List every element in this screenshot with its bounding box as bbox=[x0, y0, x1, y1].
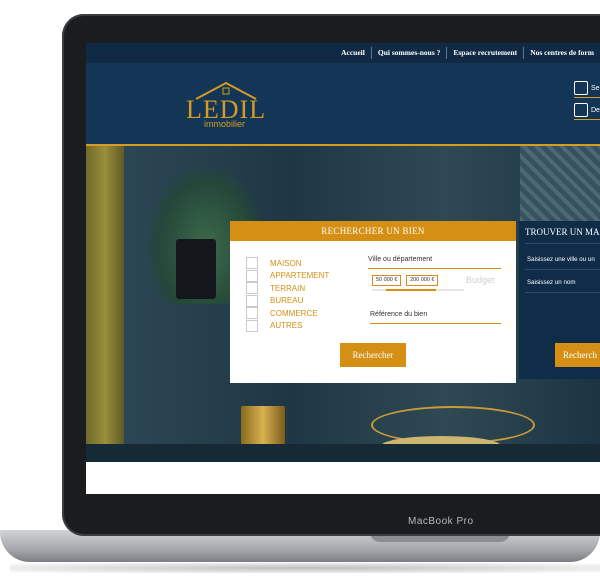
checkbox[interactable] bbox=[246, 307, 258, 320]
checkbox[interactable] bbox=[246, 282, 258, 295]
input-underline bbox=[525, 269, 600, 270]
find-panel-title: TROUVER UN MA bbox=[525, 227, 600, 237]
type-option-commerce[interactable]: COMMERCE bbox=[246, 307, 329, 320]
checkbox[interactable] bbox=[246, 257, 258, 270]
checkbox[interactable] bbox=[246, 269, 258, 282]
ledil-logo[interactable]: LEDIL immobilier bbox=[186, 81, 276, 131]
budget-max[interactable]: 200 000 € bbox=[406, 275, 439, 286]
laptop-shadow bbox=[10, 563, 600, 573]
type-label: BUREAU bbox=[270, 296, 304, 306]
city-input[interactable]: Saisissez une ville ou un bbox=[527, 256, 595, 263]
budget-label: Budget bbox=[466, 275, 495, 285]
type-option-terrain[interactable]: TERRAIN bbox=[246, 282, 329, 295]
nav-qui-sommes-nous[interactable]: Qui sommes-nous ? bbox=[370, 47, 447, 59]
type-label: TERRAIN bbox=[270, 283, 306, 293]
input-underline bbox=[368, 268, 501, 269]
type-label: COMMERCE bbox=[270, 308, 318, 318]
house-icon bbox=[574, 103, 588, 117]
budget-slider[interactable] bbox=[372, 289, 464, 291]
curtain-image bbox=[86, 144, 124, 462]
search-panel-title: RECHERCHER UN BIEN bbox=[230, 221, 516, 241]
top-navigation: Accueil Qui sommes-nous ? Espace recrute… bbox=[86, 43, 600, 63]
floor-image bbox=[86, 444, 600, 462]
find-agency-panel: TROUVER UN MA Saisissez une ville ou un … bbox=[519, 221, 600, 379]
device-label: MacBook Pro bbox=[408, 516, 474, 527]
type-label: AUTRES bbox=[270, 321, 303, 331]
name-input[interactable]: Saisissez un nom bbox=[527, 279, 576, 286]
website-screen: Accueil Qui sommes-nous ? Espace recrute… bbox=[86, 43, 600, 494]
input-underline bbox=[525, 292, 600, 293]
budget-slider-fill bbox=[386, 289, 436, 291]
site-header: LEDIL immobilier Se De bbox=[86, 63, 600, 144]
type-label: MAISON bbox=[270, 258, 302, 268]
property-type-list: MAISON APPARTEMENT TERRAIN BUREAU COMMER… bbox=[246, 257, 329, 332]
search-property-panel: RECHERCHER UN BIEN MAISON APPARTEMENT TE… bbox=[230, 221, 516, 383]
panel-divider bbox=[525, 243, 600, 244]
gold-divider bbox=[86, 144, 600, 146]
plant-pot-image bbox=[176, 239, 216, 299]
header-link-2: De bbox=[591, 106, 600, 114]
link-underline bbox=[574, 97, 600, 98]
type-option-appartement[interactable]: APPARTEMENT bbox=[246, 269, 330, 283]
header-link-1: Se bbox=[591, 84, 600, 92]
checkbox[interactable] bbox=[246, 319, 258, 332]
nav-accueil[interactable]: Accueil bbox=[335, 47, 371, 59]
reference-placeholder: Référence du bien bbox=[370, 311, 428, 318]
location-placeholder: Ville ou département bbox=[368, 256, 433, 263]
nav-centres-formation[interactable]: Nos centres de form bbox=[523, 47, 600, 59]
nav-espace-recrutement[interactable]: Espace recrutement bbox=[446, 47, 523, 59]
macbook-mockup: MacBook Pro Accueil Qui sommes-nous ? Es… bbox=[0, 0, 600, 581]
find-search-button[interactable]: Recherch bbox=[555, 343, 600, 367]
type-option-maison[interactable]: MAISON bbox=[246, 257, 329, 270]
reference-input[interactable]: Référence du bien bbox=[370, 311, 501, 325]
budget-min[interactable]: 50 000 € bbox=[372, 275, 402, 286]
type-option-autres[interactable]: AUTRES bbox=[246, 319, 329, 333]
wallpaper-image bbox=[520, 144, 600, 222]
type-label: APPARTEMENT bbox=[270, 271, 330, 281]
user-icon bbox=[574, 81, 588, 95]
page-content-area bbox=[86, 462, 600, 494]
checkbox[interactable] bbox=[246, 294, 258, 307]
logo-subtitle: immobilier bbox=[204, 119, 246, 129]
search-button[interactable]: Rechercher bbox=[340, 343, 406, 367]
header-account-link[interactable]: Se bbox=[574, 81, 600, 98]
header-house-link[interactable]: De bbox=[574, 103, 600, 120]
location-input[interactable]: Ville ou département bbox=[368, 256, 501, 270]
input-underline bbox=[370, 323, 501, 324]
type-option-bureau[interactable]: BUREAU bbox=[246, 294, 329, 308]
link-underline bbox=[574, 119, 600, 120]
